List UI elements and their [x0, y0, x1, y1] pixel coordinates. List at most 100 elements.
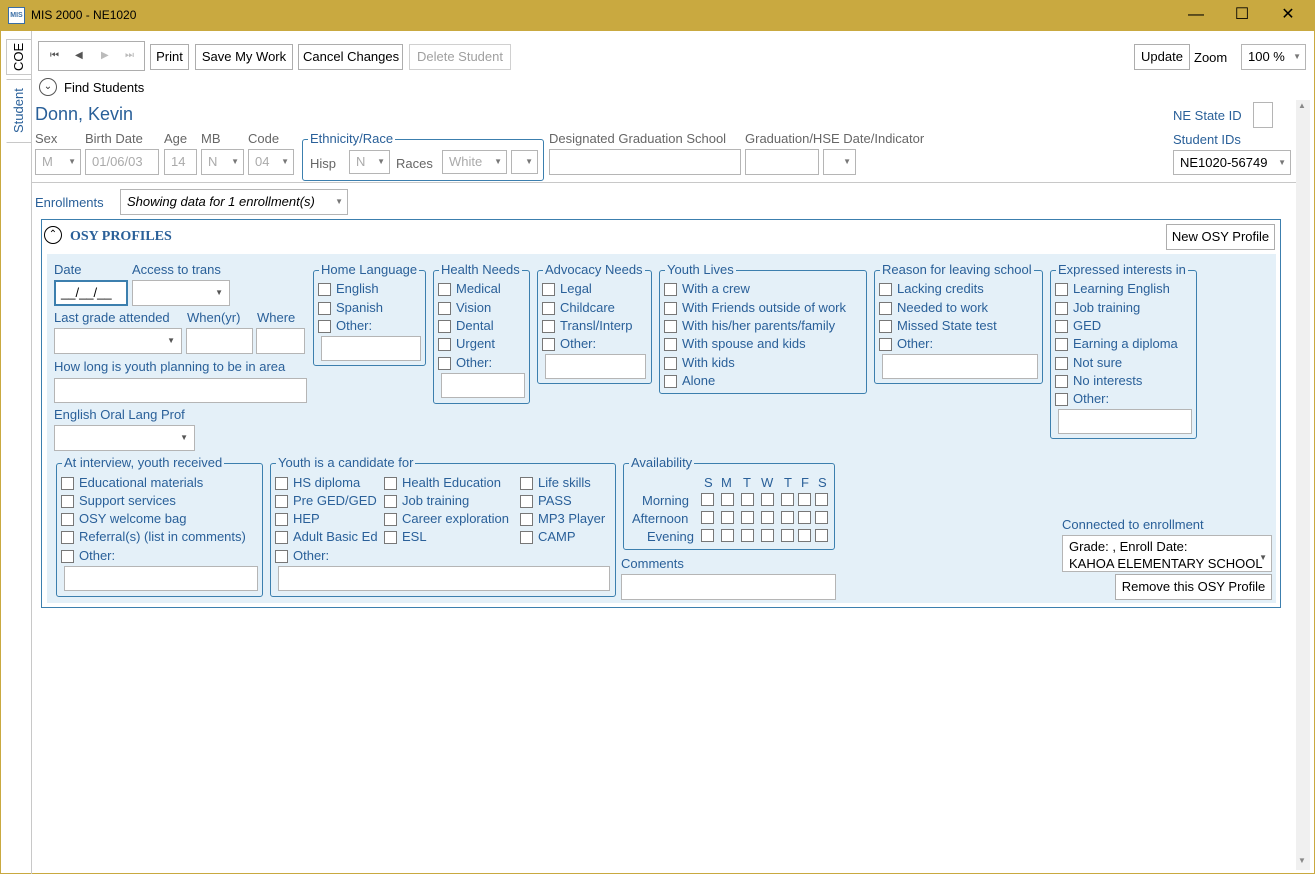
tab-student[interactable]: Student [6, 79, 32, 143]
hisp-select[interactable]: N ▼ [349, 150, 390, 174]
checkbox[interactable] [542, 283, 555, 296]
checkbox[interactable] [1055, 393, 1068, 406]
availability-checkbox[interactable] [815, 529, 828, 542]
checkbox[interactable] [1055, 357, 1068, 370]
grad-school-field[interactable] [549, 149, 741, 175]
checkbox[interactable] [879, 283, 892, 296]
checkbox[interactable] [664, 338, 677, 351]
checkbox[interactable] [542, 302, 555, 315]
checkbox[interactable] [664, 302, 677, 315]
checkbox[interactable] [438, 283, 451, 296]
checkbox[interactable] [275, 550, 288, 563]
scroll-up-icon[interactable]: ▲ [1298, 101, 1306, 110]
checkbox[interactable] [879, 338, 892, 351]
availability-checkbox[interactable] [815, 511, 828, 524]
checkbox[interactable] [318, 320, 331, 333]
checkbox[interactable] [384, 513, 397, 526]
checkbox[interactable] [664, 375, 677, 388]
checkbox[interactable] [542, 320, 555, 333]
checkbox[interactable] [1055, 302, 1068, 315]
availability-checkbox[interactable] [741, 493, 754, 506]
reason-other-field[interactable] [882, 354, 1038, 379]
remove-osy-profile-button[interactable]: Remove this OSY Profile [1115, 574, 1272, 600]
language-other-field[interactable] [321, 336, 421, 361]
english-prof-select[interactable]: ▼ [54, 425, 195, 451]
find-students-label[interactable]: Find Students [64, 80, 144, 95]
checkbox[interactable] [61, 513, 74, 526]
checkbox[interactable] [61, 477, 74, 490]
availability-checkbox[interactable] [721, 529, 734, 542]
save-button[interactable]: Save My Work [195, 44, 293, 70]
checkbox[interactable] [520, 531, 533, 544]
checkbox[interactable] [542, 338, 555, 351]
where-field[interactable] [256, 328, 305, 354]
checkbox[interactable] [61, 531, 74, 544]
checkbox[interactable] [438, 302, 451, 315]
availability-checkbox[interactable] [761, 493, 774, 506]
checkbox[interactable] [1055, 338, 1068, 351]
checkbox[interactable] [1055, 320, 1068, 333]
availability-checkbox[interactable] [781, 493, 794, 506]
checkbox[interactable] [275, 513, 288, 526]
access-select[interactable]: ▼ [132, 280, 230, 306]
checkbox[interactable] [61, 550, 74, 563]
previous-record-icon[interactable]: ◀ [75, 50, 83, 61]
ne-state-id-field[interactable] [1253, 102, 1273, 128]
minimize-icon[interactable]: — [1173, 3, 1219, 27]
vertical-scrollbar[interactable] [1296, 100, 1310, 870]
next-record-icon[interactable]: ▶ [101, 50, 109, 61]
checkbox[interactable] [438, 338, 451, 351]
advocacy-other-field[interactable] [545, 354, 646, 379]
availability-checkbox[interactable] [781, 529, 794, 542]
interview-other-field[interactable] [64, 566, 258, 591]
last-record-icon[interactable]: ⏭ [125, 50, 134, 61]
last-grade-select[interactable]: ▼ [54, 328, 182, 354]
checkbox[interactable] [275, 531, 288, 544]
availability-checkbox[interactable] [761, 511, 774, 524]
availability-checkbox[interactable] [701, 511, 714, 524]
checkbox[interactable] [520, 477, 533, 490]
availability-checkbox[interactable] [815, 493, 828, 506]
availability-checkbox[interactable] [721, 511, 734, 524]
student-id-select[interactable]: NE1020-56749 ▼ [1173, 150, 1291, 175]
checkbox[interactable] [384, 495, 397, 508]
chevron-down-icon[interactable]: ⌄ [39, 78, 57, 96]
birth-date-field[interactable]: 01/06/03 [85, 149, 159, 175]
checkbox[interactable] [438, 320, 451, 333]
comments-field[interactable] [621, 574, 836, 600]
zoom-select[interactable]: 100 % ▼ [1241, 44, 1306, 70]
checkbox[interactable] [520, 513, 533, 526]
availability-checkbox[interactable] [741, 511, 754, 524]
availability-checkbox[interactable] [761, 529, 774, 542]
cancel-changes-button[interactable]: Cancel Changes [298, 44, 403, 70]
grad-indicator-select[interactable]: ▼ [823, 149, 856, 175]
health-other-field[interactable] [441, 373, 525, 398]
interest-other-field[interactable] [1058, 409, 1192, 434]
update-button[interactable]: Update [1134, 44, 1190, 70]
availability-checkbox[interactable] [798, 511, 811, 524]
code-select[interactable]: 04 ▼ [248, 149, 294, 175]
checkbox[interactable] [384, 477, 397, 490]
checkbox[interactable] [318, 302, 331, 315]
grad-date-field[interactable] [745, 149, 819, 175]
checkbox[interactable] [438, 357, 451, 370]
when-field[interactable] [186, 328, 253, 354]
chevron-up-icon[interactable]: ⌃ [44, 226, 62, 244]
availability-checkbox[interactable] [798, 529, 811, 542]
availability-checkbox[interactable] [701, 493, 714, 506]
how-long-field[interactable] [54, 378, 307, 403]
checkbox[interactable] [61, 495, 74, 508]
checkbox[interactable] [1055, 283, 1068, 296]
date-field[interactable]: __/__/__ [54, 280, 128, 306]
race-select[interactable]: White ▼ [442, 150, 507, 174]
sex-select[interactable]: M ▼ [35, 149, 81, 175]
new-osy-profile-button[interactable]: New OSY Profile [1166, 224, 1275, 250]
checkbox[interactable] [1055, 375, 1068, 388]
mb-select[interactable]: N ▼ [201, 149, 244, 175]
candidate-other-field[interactable] [278, 566, 610, 591]
availability-checkbox[interactable] [798, 493, 811, 506]
availability-checkbox[interactable] [701, 529, 714, 542]
tab-coe[interactable]: COE [6, 39, 32, 75]
checkbox[interactable] [275, 477, 288, 490]
checkbox[interactable] [318, 283, 331, 296]
